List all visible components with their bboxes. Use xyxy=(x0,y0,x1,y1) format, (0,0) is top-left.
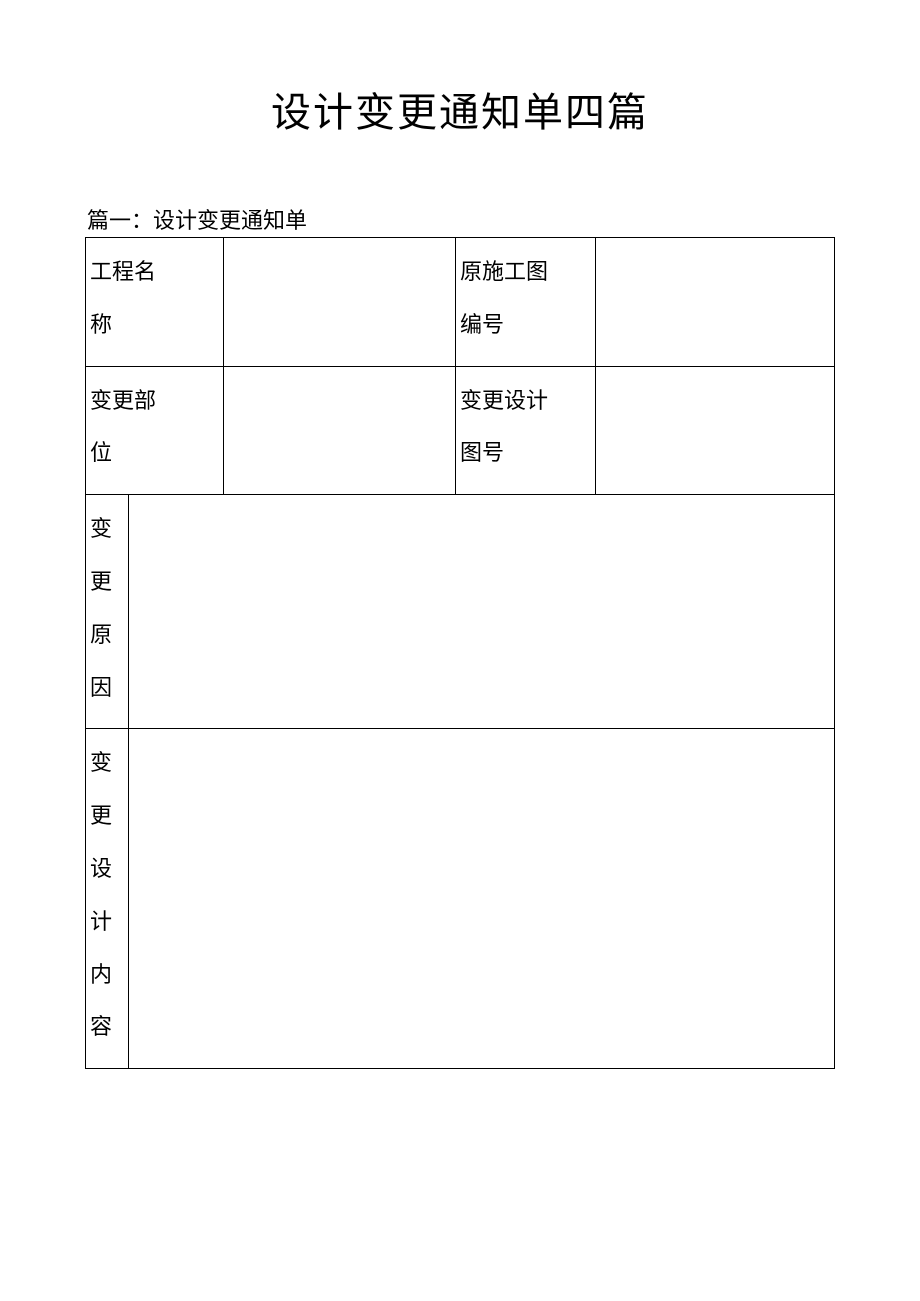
value-original-drawing-no xyxy=(596,238,835,367)
table-row: 工程名称 原施工图编号 xyxy=(86,238,835,367)
cell-text xyxy=(129,495,834,517)
table-row: 变更部位 变更设计图号 xyxy=(86,366,835,495)
label-original-drawing-no: 原施工图编号 xyxy=(456,238,596,367)
cell-text xyxy=(224,367,455,389)
label-change-location: 变更部位 xyxy=(86,366,224,495)
value-project-name xyxy=(224,238,456,367)
value-change-reason xyxy=(129,495,835,729)
table-row: 变更设计内容 xyxy=(86,729,835,1069)
cell-text: 工程名称 xyxy=(86,238,223,366)
value-change-location xyxy=(224,366,456,495)
value-change-drawing-no xyxy=(596,366,835,495)
page-title: 设计变更通知单四篇 xyxy=(85,80,835,138)
vertical-label: 变更原因 xyxy=(86,495,128,728)
cell-text: 原施工图编号 xyxy=(456,238,595,366)
cell-text xyxy=(224,238,455,260)
value-change-content xyxy=(129,729,835,1069)
cell-text xyxy=(596,367,834,389)
vertical-label: 变更设计内容 xyxy=(86,729,128,1068)
label-change-reason: 变更原因 xyxy=(86,495,129,729)
cell-text xyxy=(596,238,834,260)
cell-text: 变更设计图号 xyxy=(456,367,595,495)
cell-text: 变更部位 xyxy=(86,367,223,495)
label-change-drawing-no: 变更设计图号 xyxy=(456,366,596,495)
cell-text xyxy=(129,729,834,751)
document-page: 设计变更通知单四篇 篇一：设计变更通知单 工程名称 原施工图编号 xyxy=(0,0,920,1069)
table-row: 变更原因 xyxy=(86,495,835,729)
label-project-name: 工程名称 xyxy=(86,238,224,367)
label-change-content: 变更设计内容 xyxy=(86,729,129,1069)
section-subtitle: 篇一：设计变更通知单 xyxy=(85,203,835,235)
form-table: 工程名称 原施工图编号 变更部位 xyxy=(85,237,835,1069)
